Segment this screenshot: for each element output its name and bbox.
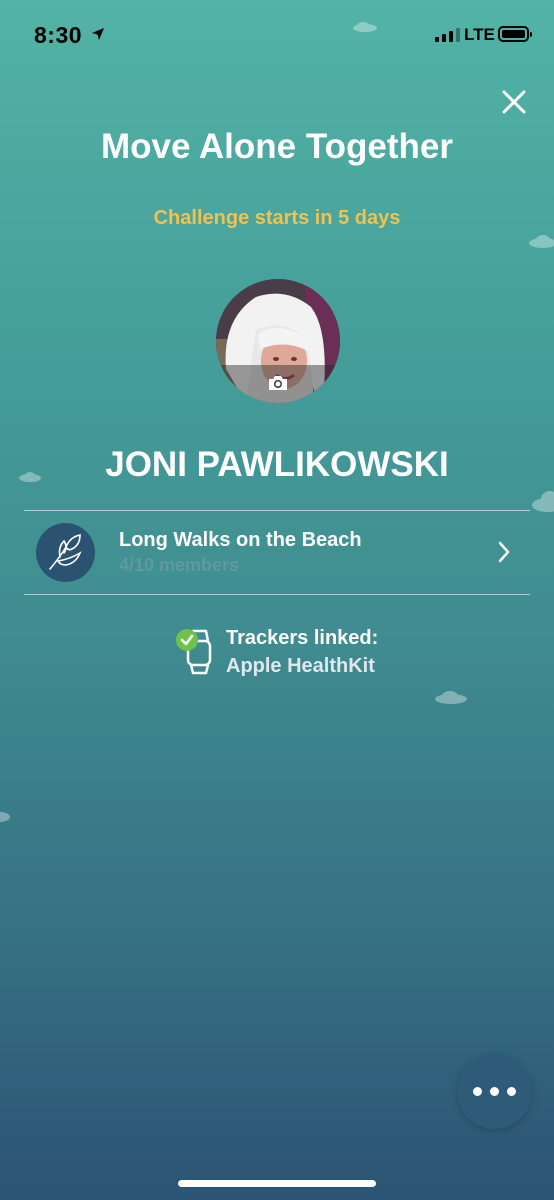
watch-check-icon xyxy=(176,629,212,675)
trackers-label: Trackers linked: xyxy=(226,627,379,649)
network-type: LTE xyxy=(464,25,495,44)
close-button[interactable] xyxy=(499,87,529,117)
team-members-count: 4/10 members xyxy=(119,555,240,575)
leaf-icon xyxy=(49,534,82,570)
status-time: 8:30 xyxy=(34,22,83,48)
dot xyxy=(490,1087,499,1096)
divider xyxy=(24,594,530,595)
team-row[interactable]: Long Walks on the Beach 4/10 members xyxy=(24,511,530,594)
cloud-decoration xyxy=(435,691,467,704)
trackers-value: Apple HealthKit xyxy=(226,655,375,677)
location-arrow-icon xyxy=(92,28,104,40)
cloud-decoration xyxy=(532,491,554,512)
dot xyxy=(473,1087,482,1096)
battery-icon xyxy=(498,26,532,42)
signal-strength-icon xyxy=(435,28,460,42)
team-icon xyxy=(36,523,95,582)
dot xyxy=(507,1087,516,1096)
status-bar: 8:30 LTE xyxy=(0,0,554,70)
team-name: Long Walks on the Beach xyxy=(119,529,362,551)
camera-icon[interactable] xyxy=(267,374,289,392)
challenge-title: Move Alone Together xyxy=(101,127,453,166)
chevron-right-icon xyxy=(498,541,510,563)
challenge-countdown: Challenge starts in 5 days xyxy=(153,207,401,229)
user-name: JONI PAWLIKOWSKI xyxy=(105,445,449,484)
cloud-decoration xyxy=(0,812,10,822)
home-indicator[interactable] xyxy=(178,1180,376,1187)
cloud-decoration xyxy=(529,235,554,248)
more-options-button[interactable] xyxy=(457,1054,532,1129)
